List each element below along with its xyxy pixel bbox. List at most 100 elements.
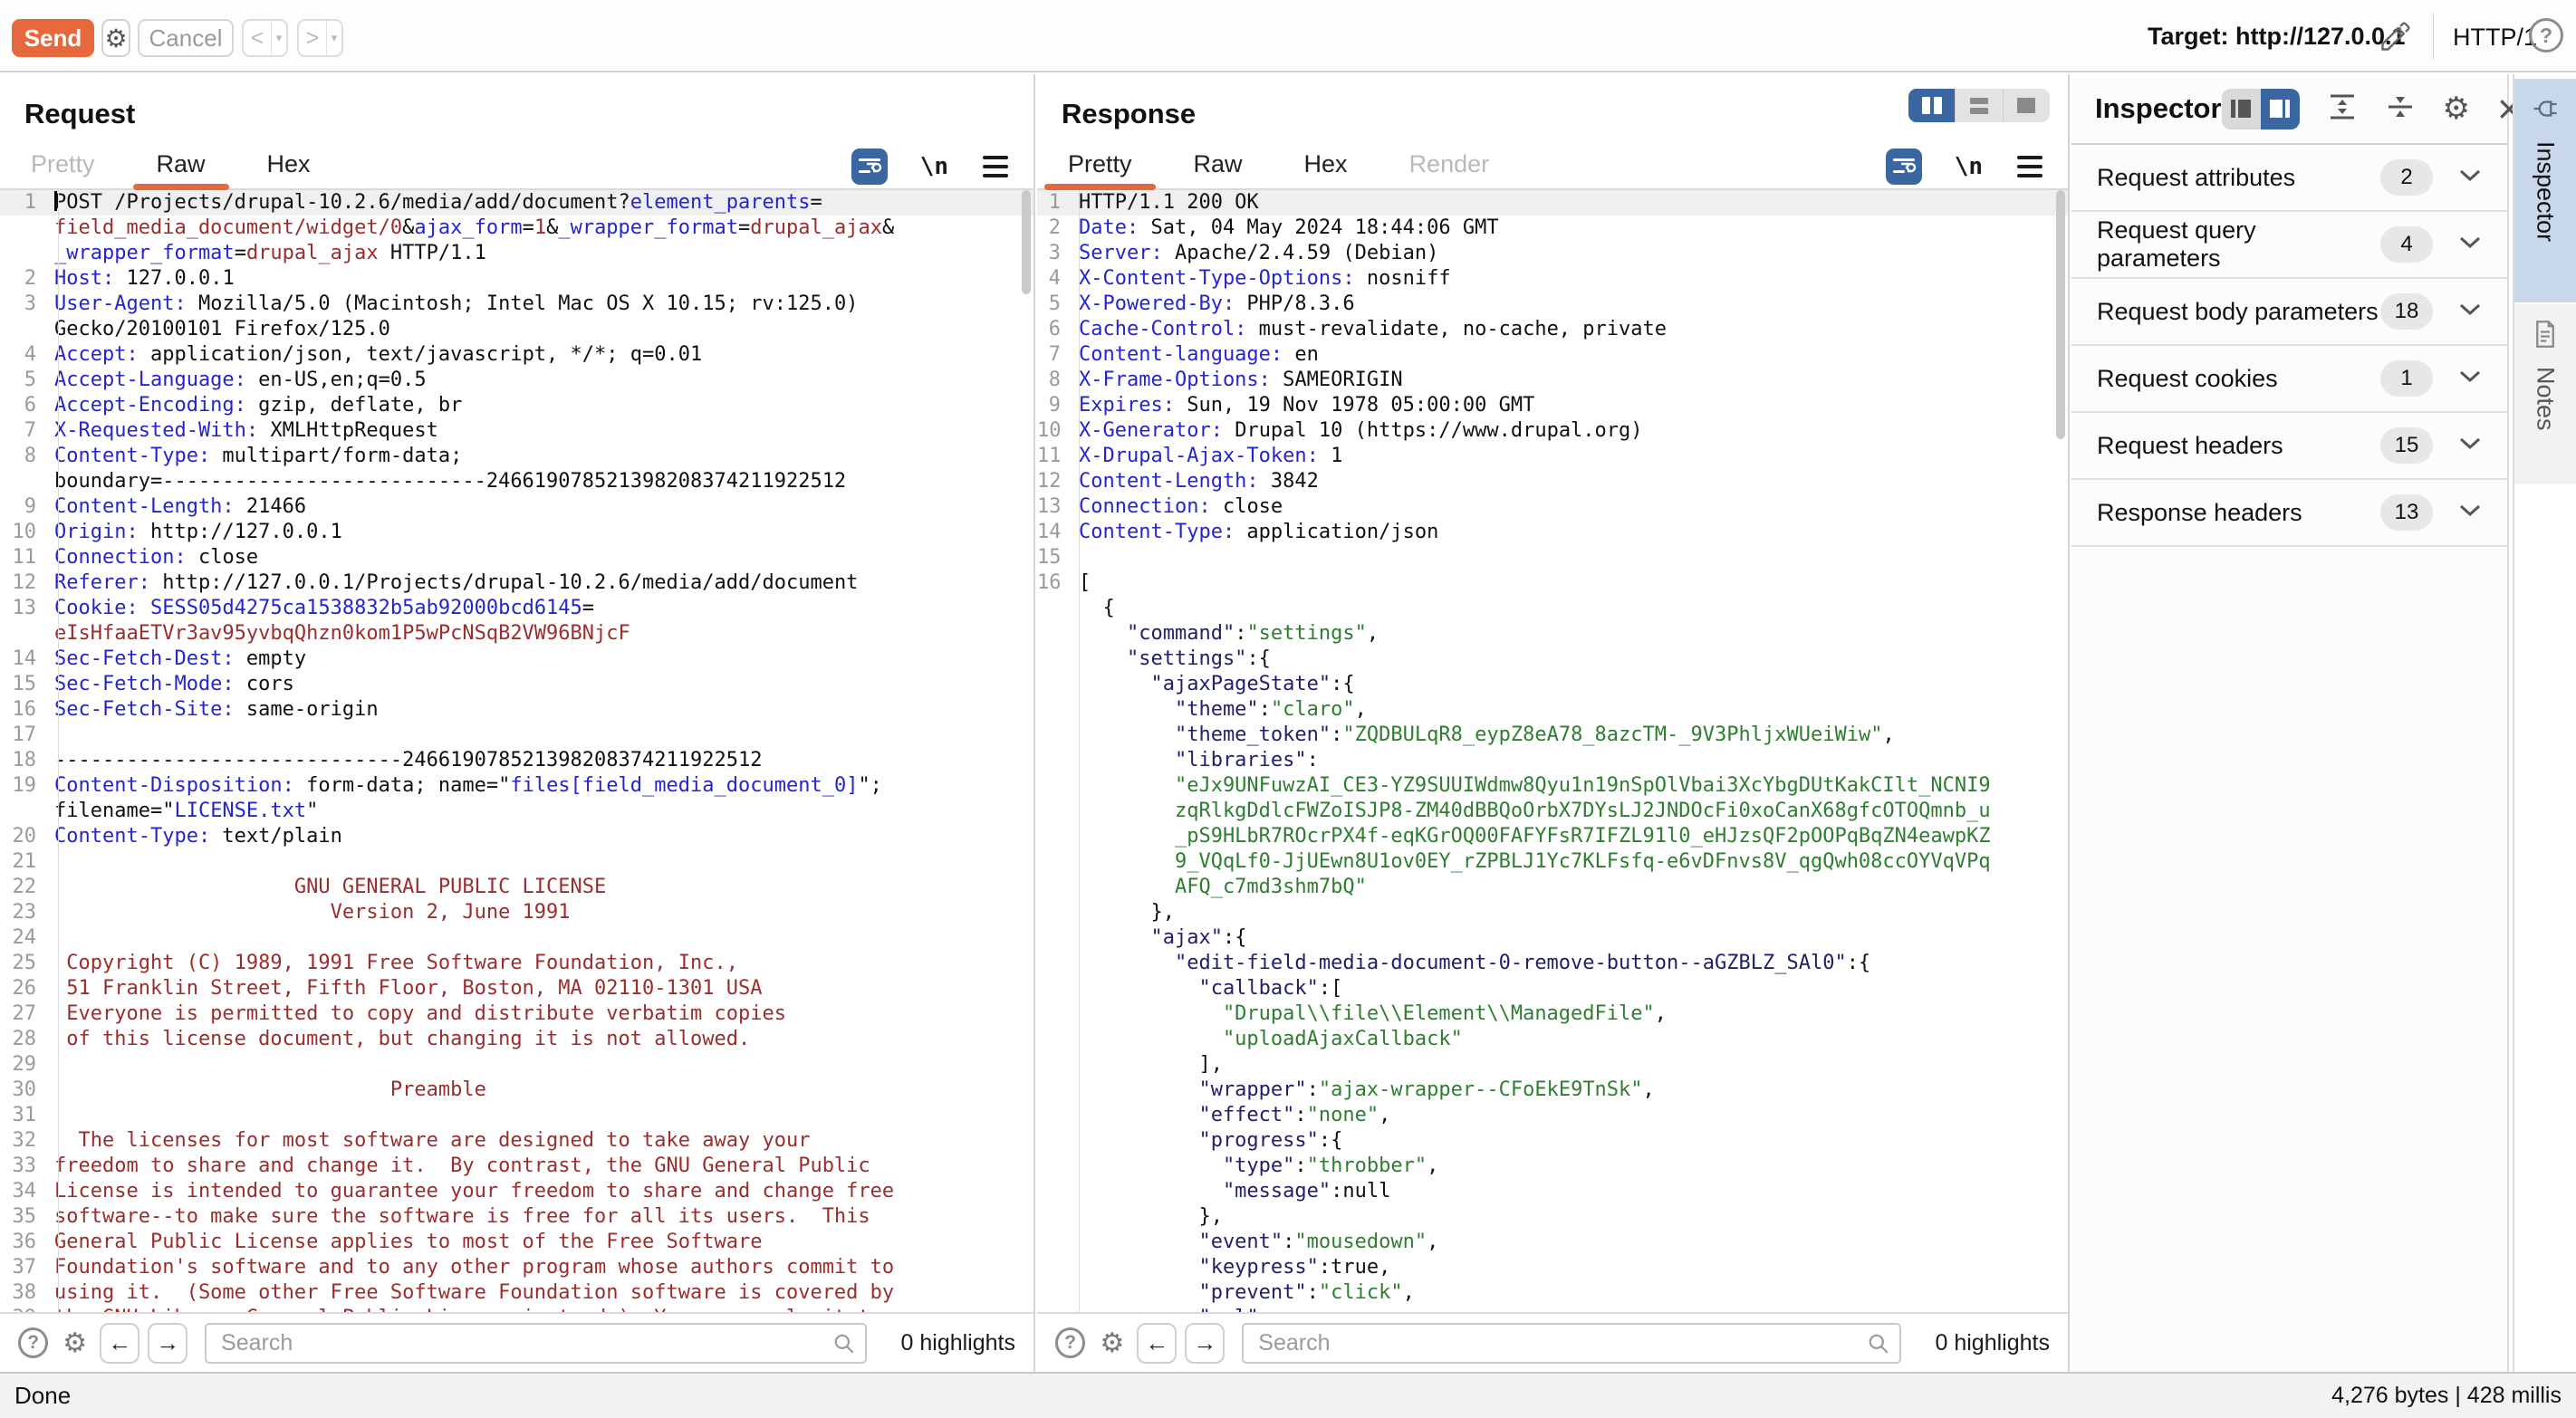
rail-tab-notes[interactable]: Notes: [2514, 304, 2576, 484]
code-text: Origin: http://127.0.0.1: [47, 520, 342, 545]
editor-menu-icon[interactable]: [2017, 156, 2043, 177]
line-number: [0, 216, 47, 241]
tab-hex[interactable]: Hex: [1279, 139, 1373, 188]
chevron-down-icon[interactable]: [2458, 168, 2482, 187]
code-text: Sec-Fetch-Mode: cors: [47, 672, 294, 697]
editor-menu-icon[interactable]: [983, 156, 1008, 177]
code-line: 10Origin: http://127.0.0.1: [0, 520, 1033, 545]
history-forward-button[interactable]: > ▾: [297, 19, 343, 57]
inspector-section-request-cookies[interactable]: Request cookies1: [2071, 346, 2507, 413]
line-number: 11: [0, 545, 47, 570]
cancel-button[interactable]: Cancel: [138, 19, 234, 57]
code-line: 27 Everyone is permitted to copy and dis…: [0, 1001, 1033, 1027]
word-wrap-toggle-icon[interactable]: [851, 149, 888, 185]
request-highlights-count: 0 highlights: [901, 1330, 1015, 1356]
code-line: 12Referer: http://127.0.0.1/Projects/dru…: [0, 570, 1033, 596]
send-settings-button[interactable]: ⚙: [101, 19, 130, 57]
gutter-separator: [58, 190, 59, 1312]
code-text: "theme":"claro",: [1070, 697, 1367, 723]
response-tabbar: PrettyRawHexRender \n: [1037, 139, 2068, 190]
search-next-button[interactable]: →: [1185, 1323, 1225, 1364]
line-number: 1: [0, 190, 47, 216]
code-text: Content-Disposition: form-data; name="fi…: [47, 773, 882, 799]
line-number: 25: [0, 951, 47, 976]
response-search-input[interactable]: [1242, 1323, 1900, 1364]
response-scrollbar[interactable]: [2056, 190, 2065, 439]
chevron-down-icon[interactable]: [2458, 436, 2482, 455]
tab-raw[interactable]: Raw: [131, 139, 231, 188]
search-settings-icon[interactable]: ⚙: [62, 1327, 87, 1359]
search-next-button[interactable]: →: [148, 1323, 187, 1364]
line-number: 39: [0, 1306, 47, 1312]
line-number: 2: [1037, 216, 1070, 241]
code-text: Server: Apache/2.4.59 (Debian): [1070, 241, 1438, 266]
code-text: the GNU Library General Public License i…: [47, 1306, 882, 1312]
search-prev-button[interactable]: ←: [1137, 1323, 1177, 1364]
rail-tab-inspector[interactable]: Inspector: [2514, 79, 2576, 302]
expand-all-icon[interactable]: [2327, 93, 2358, 125]
line-number: [1037, 621, 1070, 647]
inspector-section-request-headers[interactable]: Request headers15: [2071, 413, 2507, 480]
code-line: 16Sec-Fetch-Site: same-origin: [0, 697, 1033, 723]
chevron-down-icon[interactable]: [2458, 369, 2482, 388]
code-text: Content-Type: multipart/form-data;: [47, 444, 462, 469]
code-line: 13Connection: close: [1037, 494, 2068, 520]
send-button[interactable]: Send: [12, 19, 94, 57]
inspector-section-request-body-parameters[interactable]: Request body parameters18: [2071, 279, 2507, 346]
layout-rows-button[interactable]: [1956, 89, 2003, 122]
collapse-all-icon[interactable]: [2385, 93, 2416, 125]
word-wrap-toggle-icon[interactable]: [1886, 149, 1922, 185]
inspector-section-request-query-parameters[interactable]: Request query parameters4: [2071, 212, 2507, 279]
show-newlines-icon[interactable]: \n: [1955, 153, 1983, 180]
code-text: 51 Franklin Street, Fifth Floor, Boston,…: [47, 976, 762, 1001]
line-number: [1037, 1001, 1070, 1027]
line-number: [0, 241, 47, 266]
code-line: 13Cookie: SESS05d4275ca1538832b5ab92000b…: [0, 596, 1033, 621]
chevron-down-icon[interactable]: [2458, 235, 2482, 254]
edit-target-icon[interactable]: [2379, 21, 2411, 53]
chevron-down-icon[interactable]: [2458, 302, 2482, 321]
code-line: _wrapper_format=drupal_ajax HTTP/1.1: [0, 241, 1033, 266]
dock-right-button[interactable]: [2261, 89, 2300, 129]
chevron-down-icon[interactable]: [2458, 503, 2482, 522]
code-line: "command":"settings",: [1037, 621, 2068, 647]
search-help-icon[interactable]: ?: [1055, 1327, 1085, 1358]
line-number: [1037, 723, 1070, 748]
search-help-icon[interactable]: ?: [18, 1327, 48, 1358]
code-text: "eJx9UNFuwzAI_CE3-YZ9SUUIWdmw8Qyu1n19nSp…: [1070, 773, 1991, 799]
code-text: Content-Type: text/plain: [47, 824, 342, 849]
code-text: "wrapper":"ajax-wrapper--CFoEkE9TnSk",: [1070, 1078, 1655, 1103]
request-search-input[interactable]: [205, 1323, 866, 1364]
code-text: zqRlkgDdlcFWZoISJP8-ZM40dBBQoOrbX7DYsLJ2…: [1070, 799, 1991, 824]
status-metrics: 4,276 bytes | 428 millis: [2331, 1383, 2562, 1409]
tab-hex[interactable]: Hex: [242, 139, 336, 188]
code-line: "edit-field-media-document-0-remove-butt…: [1037, 951, 2068, 976]
line-number: [1037, 900, 1070, 925]
section-count-badge: 1: [2380, 360, 2433, 397]
response-editor[interactable]: 1HTTP/1.1 200 OK2Date: Sat, 04 May 2024 …: [1037, 190, 2068, 1312]
search-icon: [832, 1332, 856, 1360]
request-scrollbar[interactable]: [1022, 190, 1031, 294]
back-dropdown-icon[interactable]: ▾: [271, 21, 286, 55]
forward-dropdown-icon[interactable]: ▾: [326, 21, 341, 55]
layout-columns-button[interactable]: [1908, 89, 1956, 122]
help-icon[interactable]: ?: [2529, 18, 2563, 53]
show-newlines-icon[interactable]: \n: [920, 153, 948, 180]
http-version-label[interactable]: HTTP/1: [2453, 24, 2537, 52]
inspector-section-request-attributes[interactable]: Request attributes2: [2071, 145, 2507, 212]
search-settings-icon[interactable]: ⚙: [1100, 1327, 1124, 1359]
line-number: [1037, 875, 1070, 900]
inspector-settings-icon[interactable]: ⚙: [2443, 91, 2470, 127]
section-count-badge: 15: [2380, 427, 2433, 464]
tab-raw[interactable]: Raw: [1168, 139, 1268, 188]
history-back-button[interactable]: < ▾: [242, 19, 288, 57]
request-editor[interactable]: 1POST /Projects/drupal-10.2.6/media/add/…: [0, 190, 1033, 1312]
search-prev-button[interactable]: ←: [100, 1323, 139, 1364]
layout-single-button[interactable]: [2004, 89, 2050, 122]
tab-pretty[interactable]: Pretty: [1043, 139, 1158, 188]
inspector-section-response-headers[interactable]: Response headers13: [2071, 480, 2507, 547]
code-line: 15Sec-Fetch-Mode: cors: [0, 672, 1033, 697]
line-number: 32: [0, 1128, 47, 1154]
dock-left-button[interactable]: [2222, 89, 2261, 129]
side-rail: Inspector Notes: [2513, 74, 2576, 1372]
